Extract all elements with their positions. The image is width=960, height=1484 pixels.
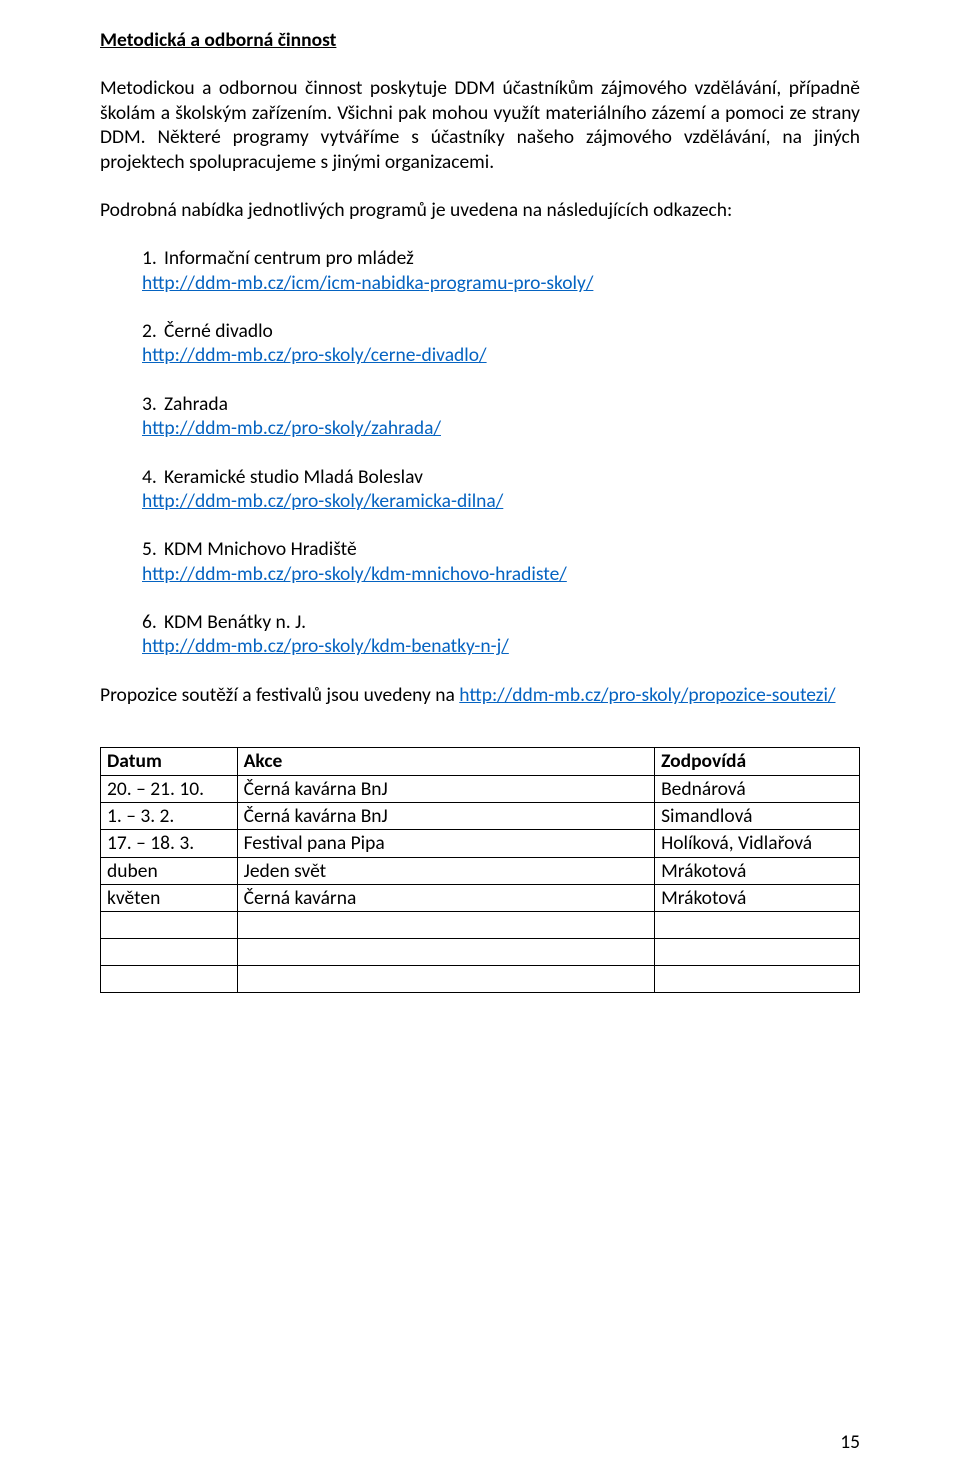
table-cell [655,912,860,939]
intro-paragraph: Metodickou a odbornou činnost poskytuje … [100,76,860,174]
program-title: 6. KDM Benátky n. J. [142,610,860,634]
table-cell: 20. – 21. 10. [101,775,238,802]
table-cell: Mrákotová [655,857,860,884]
table-cell [101,912,238,939]
table-cell [101,966,238,993]
program-link[interactable]: http://ddm-mb.cz/pro-skoly/keramicka-dil… [142,489,503,513]
section-heading: Metodická a odborná činnost [100,28,860,52]
table-header-row: Datum Akce Zodpovídá [101,748,860,775]
page-number: 15 [840,1430,860,1454]
program-number: 2. [142,319,164,343]
propozice-paragraph: Propozice soutěží a festivalů jsou uvede… [100,683,860,707]
propozice-link[interactable]: http://ddm-mb.cz/pro-skoly/propozice-sou… [459,683,835,707]
table-cell: Festival pana Pipa [237,830,654,857]
program-title: 4. Keramické studio Mladá Boleslav [142,465,860,489]
program-number: 3. [142,392,164,416]
program-title: 2. Černé divadlo [142,319,860,343]
program-link[interactable]: http://ddm-mb.cz/icm/icm-nabidka-program… [142,271,593,295]
col-header-akce: Akce [237,748,654,775]
program-number: 6. [142,610,164,634]
offers-line: Podrobná nabídka jednotlivých programů j… [100,198,860,222]
col-header-zodpovida: Zodpovídá [655,748,860,775]
table-row [101,939,860,966]
events-table: Datum Akce Zodpovídá 20. – 21. 10.Černá … [100,747,860,993]
list-item: 2. Černé divadlohttp://ddm-mb.cz/pro-sko… [142,319,860,368]
list-item: 4. Keramické studio Mladá Boleslavhttp:/… [142,465,860,514]
program-number: 4. [142,465,164,489]
program-number: 1. [142,246,164,270]
programs-list: 1. Informační centrum pro mládežhttp://d… [100,246,860,659]
program-link[interactable]: http://ddm-mb.cz/pro-skoly/cerne-divadlo… [142,343,487,367]
list-item: 3. Zahradahttp://ddm-mb.cz/pro-skoly/zah… [142,392,860,441]
table-row: 20. – 21. 10.Černá kavárna BnJBednárová [101,775,860,802]
table-row: 17. – 18. 3.Festival pana PipaHolíková, … [101,830,860,857]
table-cell [237,912,654,939]
table-cell: Holíková, Vidlařová [655,830,860,857]
table-cell [101,939,238,966]
table-cell [237,966,654,993]
table-row [101,912,860,939]
events-tbody: 20. – 21. 10.Černá kavárna BnJBednárová1… [101,775,860,993]
table-cell: duben [101,857,238,884]
table-row [101,966,860,993]
program-title: 3. Zahrada [142,392,860,416]
program-title: 1. Informační centrum pro mládež [142,246,860,270]
table-cell [655,939,860,966]
list-item: 5. KDM Mnichovo Hradištěhttp://ddm-mb.cz… [142,537,860,586]
table-cell: 1. – 3. 2. [101,802,238,829]
table-cell: Bednárová [655,775,860,802]
table-row: 1. – 3. 2.Černá kavárna BnJSimandlová [101,802,860,829]
document-page: Metodická a odborná činnost Metodickou a… [0,0,960,1484]
program-link[interactable]: http://ddm-mb.cz/pro-skoly/kdm-mnichovo-… [142,562,567,586]
table-cell: Simandlová [655,802,860,829]
table-cell: Mrákotová [655,885,860,912]
table-cell: Jeden svět [237,857,654,884]
program-link[interactable]: http://ddm-mb.cz/pro-skoly/zahrada/ [142,416,441,440]
table-cell [655,966,860,993]
col-header-datum: Datum [101,748,238,775]
program-title: 5. KDM Mnichovo Hradiště [142,537,860,561]
propozice-before: Propozice soutěží a festivalů jsou uvede… [100,683,459,707]
list-item: 1. Informační centrum pro mládežhttp://d… [142,246,860,295]
table-row: květenČerná kavárnaMrákotová [101,885,860,912]
table-cell: květen [101,885,238,912]
table-cell: Černá kavárna BnJ [237,775,654,802]
table-row: dubenJeden světMrákotová [101,857,860,884]
table-cell [237,939,654,966]
table-cell: 17. – 18. 3. [101,830,238,857]
table-cell: Černá kavárna [237,885,654,912]
program-link[interactable]: http://ddm-mb.cz/pro-skoly/kdm-benatky-n… [142,634,509,658]
table-cell: Černá kavárna BnJ [237,802,654,829]
program-number: 5. [142,537,164,561]
list-item: 6. KDM Benátky n. J.http://ddm-mb.cz/pro… [142,610,860,659]
